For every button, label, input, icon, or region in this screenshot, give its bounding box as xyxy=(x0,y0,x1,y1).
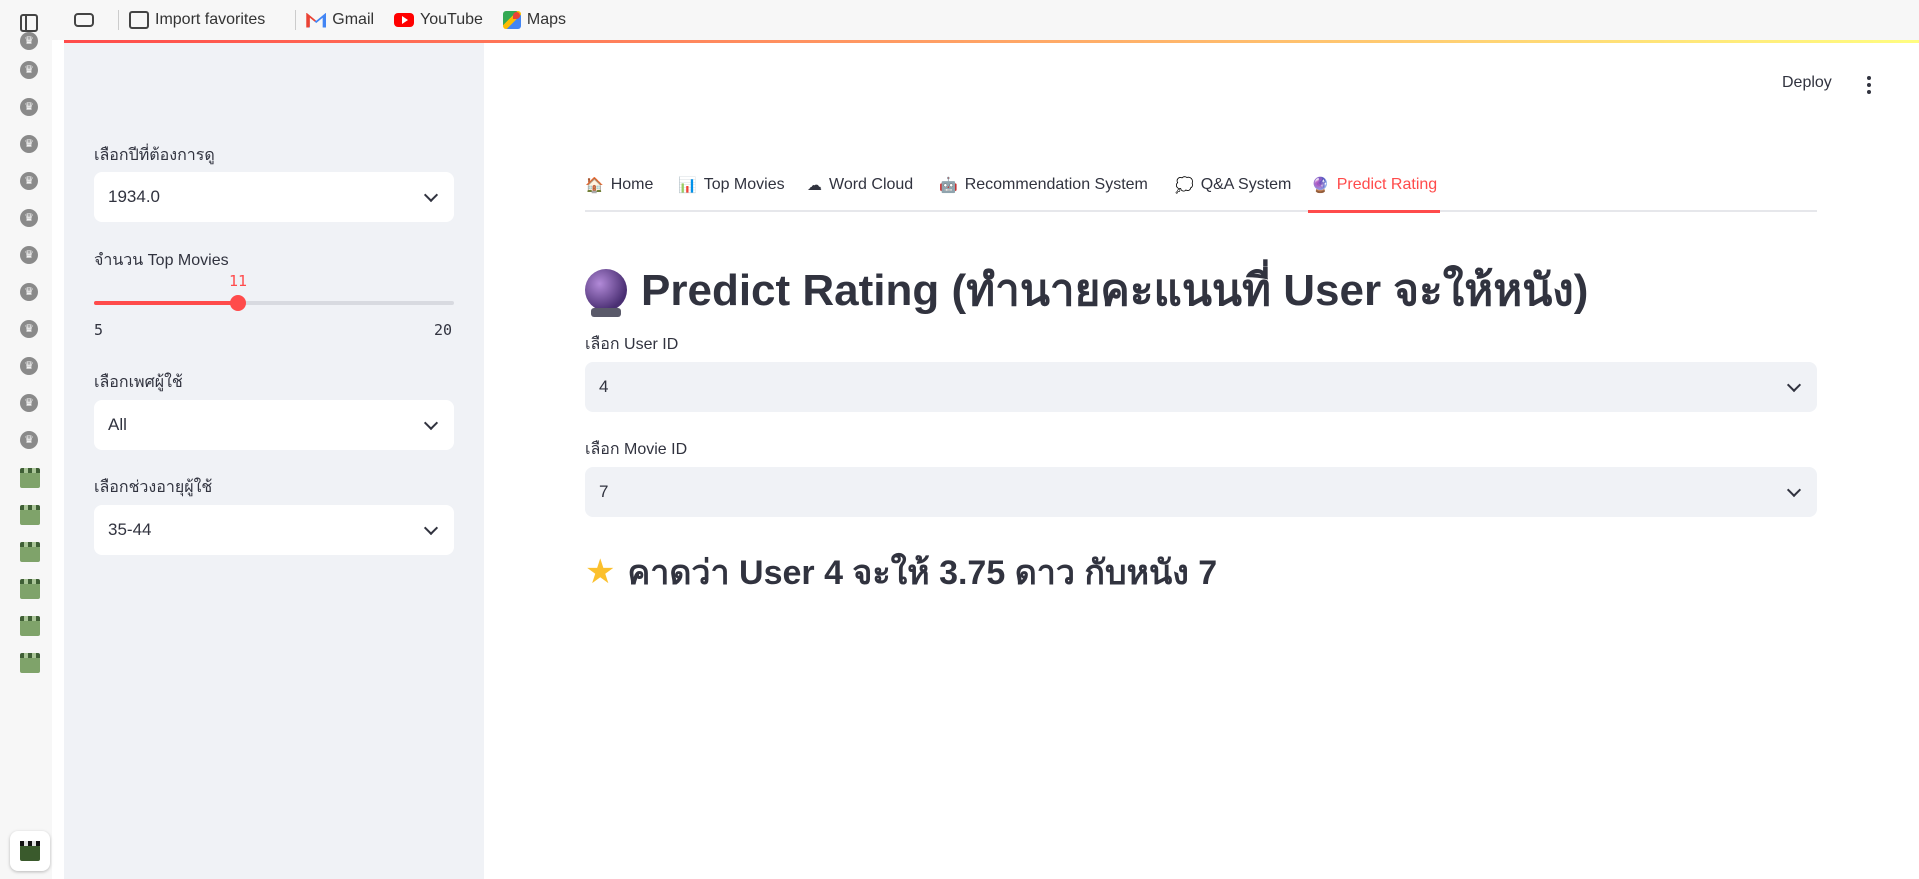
clapperboard-icon[interactable] xyxy=(20,616,40,636)
crystal-ball-icon: 🔮 xyxy=(1311,177,1330,194)
user-id-label: เลือก User ID xyxy=(585,336,679,353)
clapperboard-icon[interactable] xyxy=(20,542,40,562)
tab-recommendation-system[interactable]: 🤖 Recommendation System xyxy=(939,176,1148,194)
bookmark-divider xyxy=(295,10,297,30)
youtube-icon xyxy=(394,13,415,27)
crown-icon[interactable]: ♛ xyxy=(20,61,38,79)
bookmarks-bar: Import favorites Gmail YouTube Maps xyxy=(0,0,1919,40)
clapperboard-icon[interactable] xyxy=(20,505,40,525)
crown-icon[interactable]: ♛ xyxy=(20,320,38,338)
bookmark-label: Gmail xyxy=(332,11,375,28)
age-label: เลือกช่วงอายุผู้ใช้ xyxy=(94,479,213,496)
gender-label: เลือกเพศผู้ใช้ xyxy=(94,374,183,391)
crown-icon[interactable]: ♛ xyxy=(20,209,38,227)
user-id-select[interactable]: 4 xyxy=(585,362,1817,412)
tab-label: Predict Rating xyxy=(1336,176,1438,193)
crown-icon[interactable]: ♛ xyxy=(20,135,38,153)
tab-predict-rating[interactable]: 🔮 Predict Rating xyxy=(1311,176,1437,194)
tab-home[interactable]: 🏠 Home xyxy=(585,176,653,194)
bookmark-import-favorites[interactable]: Import favorites xyxy=(129,11,265,29)
crystal-ball-icon xyxy=(585,269,627,317)
top-movies-slider[interactable] xyxy=(94,295,454,311)
maps-icon xyxy=(502,11,521,29)
year-value: 1934.0 xyxy=(108,187,160,206)
age-select[interactable]: 35-44 xyxy=(94,505,454,555)
chevron-down-icon xyxy=(423,187,439,203)
prediction-text: คาดว่า User 4 จะให้ 3.75 ดาว กับหนัง 7 xyxy=(627,554,1218,592)
slider-fill xyxy=(94,301,238,305)
slider-max: 20 xyxy=(434,321,453,339)
tab-label: Top Movies xyxy=(703,176,785,193)
movie-id-select[interactable]: 7 xyxy=(585,467,1817,517)
year-label: เลือกปีที่ต้องการดู xyxy=(94,147,215,164)
top-movies-label: จำนวน Top Movies xyxy=(94,252,229,269)
slider-value: 11 xyxy=(229,272,248,290)
tab-qa-system[interactable]: 💭 Q&A System xyxy=(1175,176,1291,194)
clapperboard-icon xyxy=(20,841,40,861)
tab-bar: 🏠 Home 📊 Top Movies ☁ Word Cloud 🤖 Recom… xyxy=(585,172,1817,212)
crown-icon[interactable]: ♛ xyxy=(20,283,38,301)
bar-chart-icon: 📊 xyxy=(678,177,697,194)
chevron-down-icon xyxy=(423,415,439,431)
sidebar: เลือกปีที่ต้องการดู 1934.0 จำนวน Top Mov… xyxy=(64,43,484,879)
crown-icon[interactable]: ♛ xyxy=(20,357,38,375)
clapperboard-icon[interactable] xyxy=(20,579,40,599)
year-select[interactable]: 1934.0 xyxy=(94,172,454,222)
age-value: 35-44 xyxy=(108,520,152,539)
slider-thumb[interactable] xyxy=(230,295,246,311)
import-icon xyxy=(129,11,149,29)
page-title: Predict Rating (ทำนายคะแนนที่ User จะให้… xyxy=(585,255,1588,325)
bookmark-divider xyxy=(118,10,119,30)
clapperboard-icon[interactable] xyxy=(20,468,40,488)
crown-icon[interactable]: ♛ xyxy=(20,32,38,50)
crown-icon[interactable]: ♛ xyxy=(20,394,38,412)
tab-top-movies[interactable]: 📊 Top Movies xyxy=(678,176,785,194)
gmail-icon xyxy=(306,13,326,28)
tab-label: Q&A System xyxy=(1200,176,1292,193)
page-title-text: Predict Rating (ทำนายคะแนนที่ User จะให้… xyxy=(641,266,1589,315)
tab-label: Recommendation System xyxy=(964,176,1148,193)
tab-word-cloud[interactable]: ☁ Word Cloud xyxy=(807,176,913,194)
movie-id-value: 7 xyxy=(599,482,609,501)
house-icon: 🏠 xyxy=(585,177,604,194)
chevron-down-icon xyxy=(423,520,439,536)
tab-search-icon[interactable] xyxy=(74,13,94,27)
thought-bubble-icon: 💭 xyxy=(1175,177,1194,194)
chevron-down-icon xyxy=(1786,482,1802,498)
more-options-icon[interactable] xyxy=(1862,76,1876,96)
tab-label: Home xyxy=(610,176,654,193)
deploy-button[interactable]: Deploy xyxy=(1782,74,1832,92)
bookmark-gmail[interactable]: Gmail xyxy=(306,11,374,29)
crown-icon[interactable]: ♛ xyxy=(20,172,38,190)
bookmark-label: Maps xyxy=(526,11,567,28)
vertical-tab-rail: ♛ ♛ ♛ ♛ ♛ ♛ ♛ ♛ ♛ ♛ ♛ ♛ xyxy=(0,32,52,879)
bookmark-maps[interactable]: Maps xyxy=(502,11,567,29)
crown-icon[interactable]: ♛ xyxy=(20,431,38,449)
bookmark-label: YouTube xyxy=(420,11,483,28)
slider-min: 5 xyxy=(94,321,104,339)
sidebar-panel-icon[interactable] xyxy=(20,14,38,32)
prediction-result: ★ คาดว่า User 4 จะให้ 3.75 ดาว กับหนัง 7 xyxy=(585,545,1217,599)
cloud-icon: ☁ xyxy=(807,177,822,194)
clapperboard-icon[interactable] xyxy=(20,653,40,673)
tab-label: Word Cloud xyxy=(829,176,914,193)
robot-icon: 🤖 xyxy=(939,177,958,194)
star-icon: ★ xyxy=(585,553,616,591)
bookmark-youtube[interactable]: YouTube xyxy=(394,11,483,29)
active-tab-clapperboard[interactable] xyxy=(10,831,50,871)
movie-id-label: เลือก Movie ID xyxy=(585,441,688,458)
crown-icon[interactable]: ♛ xyxy=(20,98,38,116)
gender-select[interactable]: All xyxy=(94,400,454,450)
gender-value: All xyxy=(108,415,127,434)
crown-icon[interactable]: ♛ xyxy=(20,246,38,264)
chevron-down-icon xyxy=(1786,377,1802,393)
active-tab-indicator xyxy=(1308,210,1440,213)
user-id-value: 4 xyxy=(599,377,609,396)
bookmark-label: Import favorites xyxy=(155,11,266,28)
